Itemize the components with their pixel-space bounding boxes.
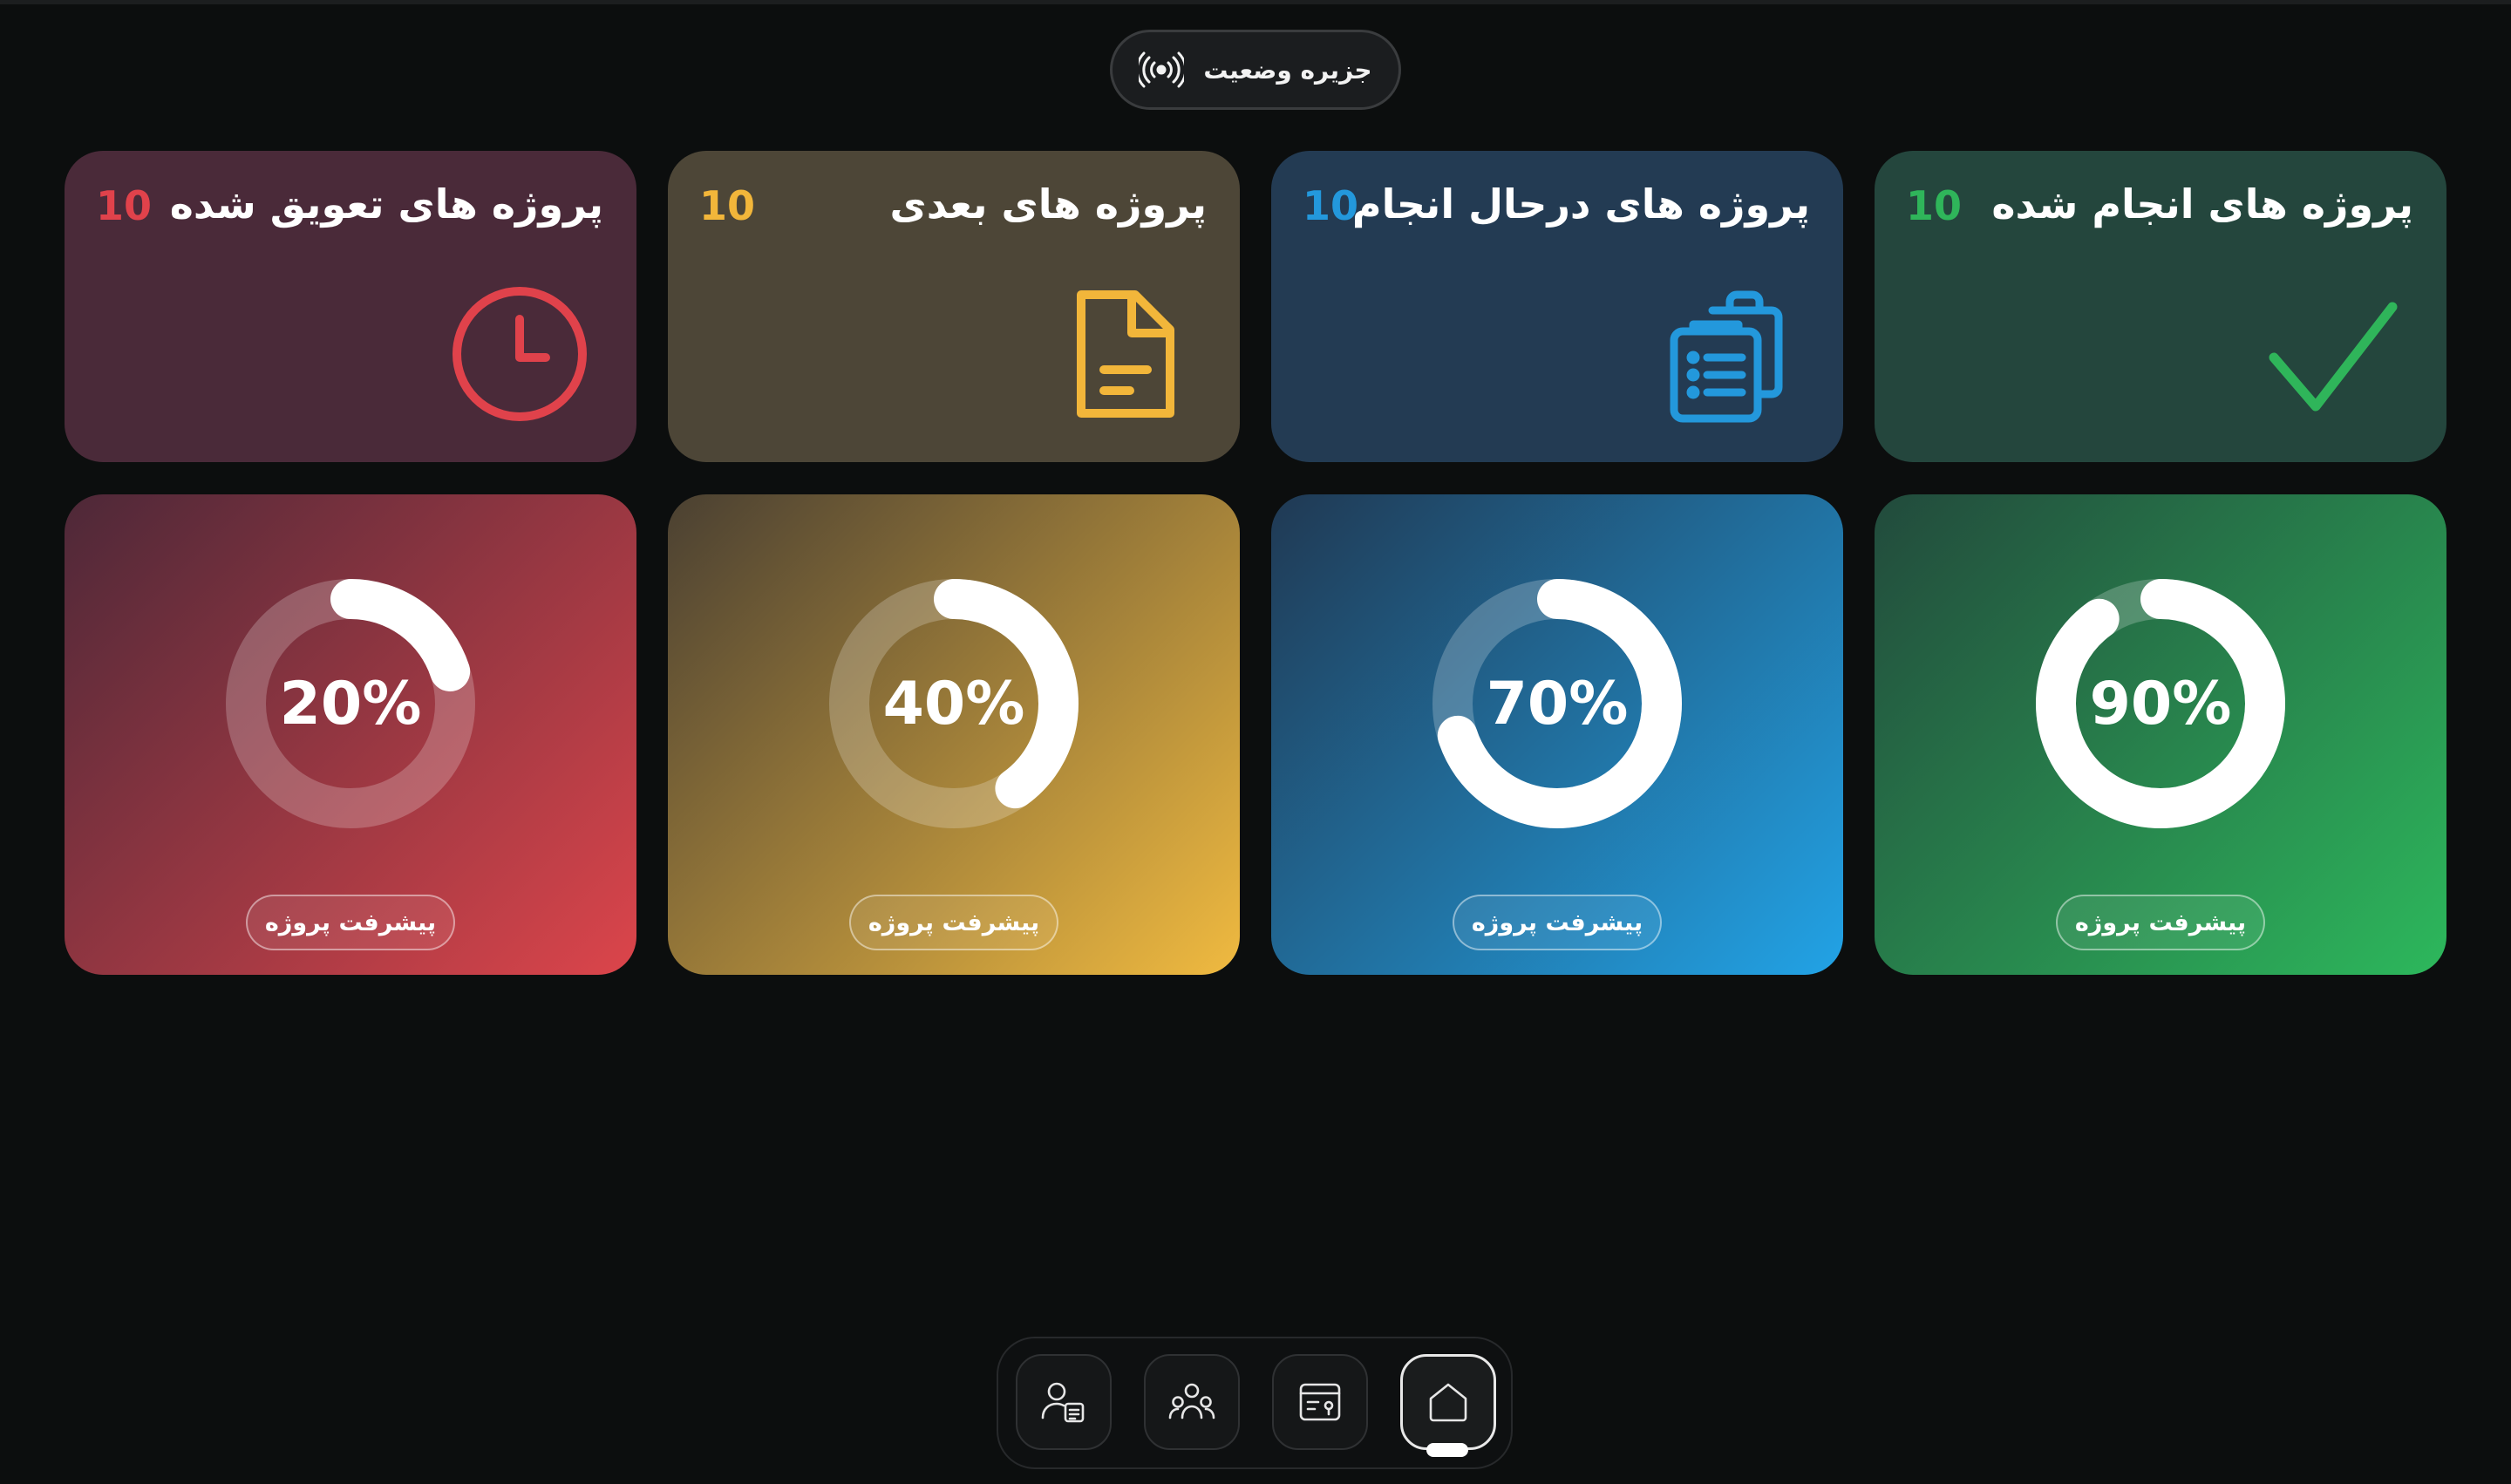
progress-percent: 40%	[882, 669, 1025, 739]
broadcast-icon	[1139, 51, 1185, 88]
team-icon	[1168, 1383, 1215, 1419]
dock-board-button[interactable]	[1272, 1354, 1368, 1450]
progress-ring: 70%	[1426, 573, 1688, 834]
card-title: پروژه های بعدی	[889, 180, 1207, 228]
card-count: 10	[96, 182, 153, 229]
card-count: 10	[699, 182, 756, 229]
in-progress-progress-card: 70% پیشرفت پروژه	[1271, 494, 1843, 975]
clock-icon	[453, 287, 587, 421]
project-progress-chip[interactable]: پیشرفت پروژه	[849, 895, 1058, 950]
card-title: پروژه های تعویق شده	[169, 180, 603, 228]
status-island[interactable]: جزیره وضعیت	[1110, 30, 1401, 110]
card-title: پروژه های انجام شده	[1991, 180, 2413, 228]
progress-ring: 90%	[2030, 573, 2291, 834]
card-count: 10	[1303, 182, 1359, 229]
home-icon	[1429, 1383, 1467, 1422]
dock-user-report-button[interactable]	[1016, 1354, 1112, 1450]
completed-progress-card: 90% پیشرفت پروژه	[1875, 494, 2446, 975]
board-icon	[1299, 1383, 1341, 1421]
project-progress-chip[interactable]: پیشرفت پروژه	[246, 895, 455, 950]
card-title: پروژه های درحال انجام	[1351, 180, 1810, 228]
progress-percent: 20%	[279, 669, 422, 739]
dock-home-button[interactable]	[1400, 1354, 1496, 1450]
completed-projects-card[interactable]: پروژه های انجام شده 10	[1875, 151, 2446, 462]
document-icon	[1077, 290, 1174, 418]
progress-ring: 40%	[823, 573, 1085, 834]
card-count: 10	[1906, 182, 1963, 229]
progress-percent: 90%	[2089, 669, 2232, 739]
project-progress-chip[interactable]: پیشرفت پروژه	[2056, 895, 2265, 950]
progress-ring: 20%	[220, 573, 481, 834]
postponed-projects-card[interactable]: پروژه های تعویق شده 10	[65, 151, 636, 462]
dock-team-button[interactable]	[1144, 1354, 1240, 1450]
upcoming-projects-card[interactable]: پروژه های بعدی 10	[668, 151, 1240, 462]
user-report-icon	[1041, 1382, 1085, 1423]
top-edge-line	[0, 0, 2511, 4]
postponed-progress-card: 20% پیشرفت پروژه	[65, 494, 636, 975]
checkmark-icon	[2269, 302, 2398, 412]
in-progress-projects-card[interactable]: پروژه های درحال انجام 10	[1271, 151, 1843, 462]
active-tab-indicator	[1426, 1443, 1468, 1457]
upcoming-progress-card: 40% پیشرفت پروژه	[668, 494, 1240, 975]
project-progress-chip[interactable]: پیشرفت پروژه	[1453, 895, 1662, 950]
progress-percent: 70%	[1486, 669, 1629, 739]
bottom-dock	[997, 1337, 1513, 1469]
status-island-label: جزیره وضعیت	[1203, 55, 1372, 85]
clipboard-list-icon	[1670, 290, 1783, 423]
